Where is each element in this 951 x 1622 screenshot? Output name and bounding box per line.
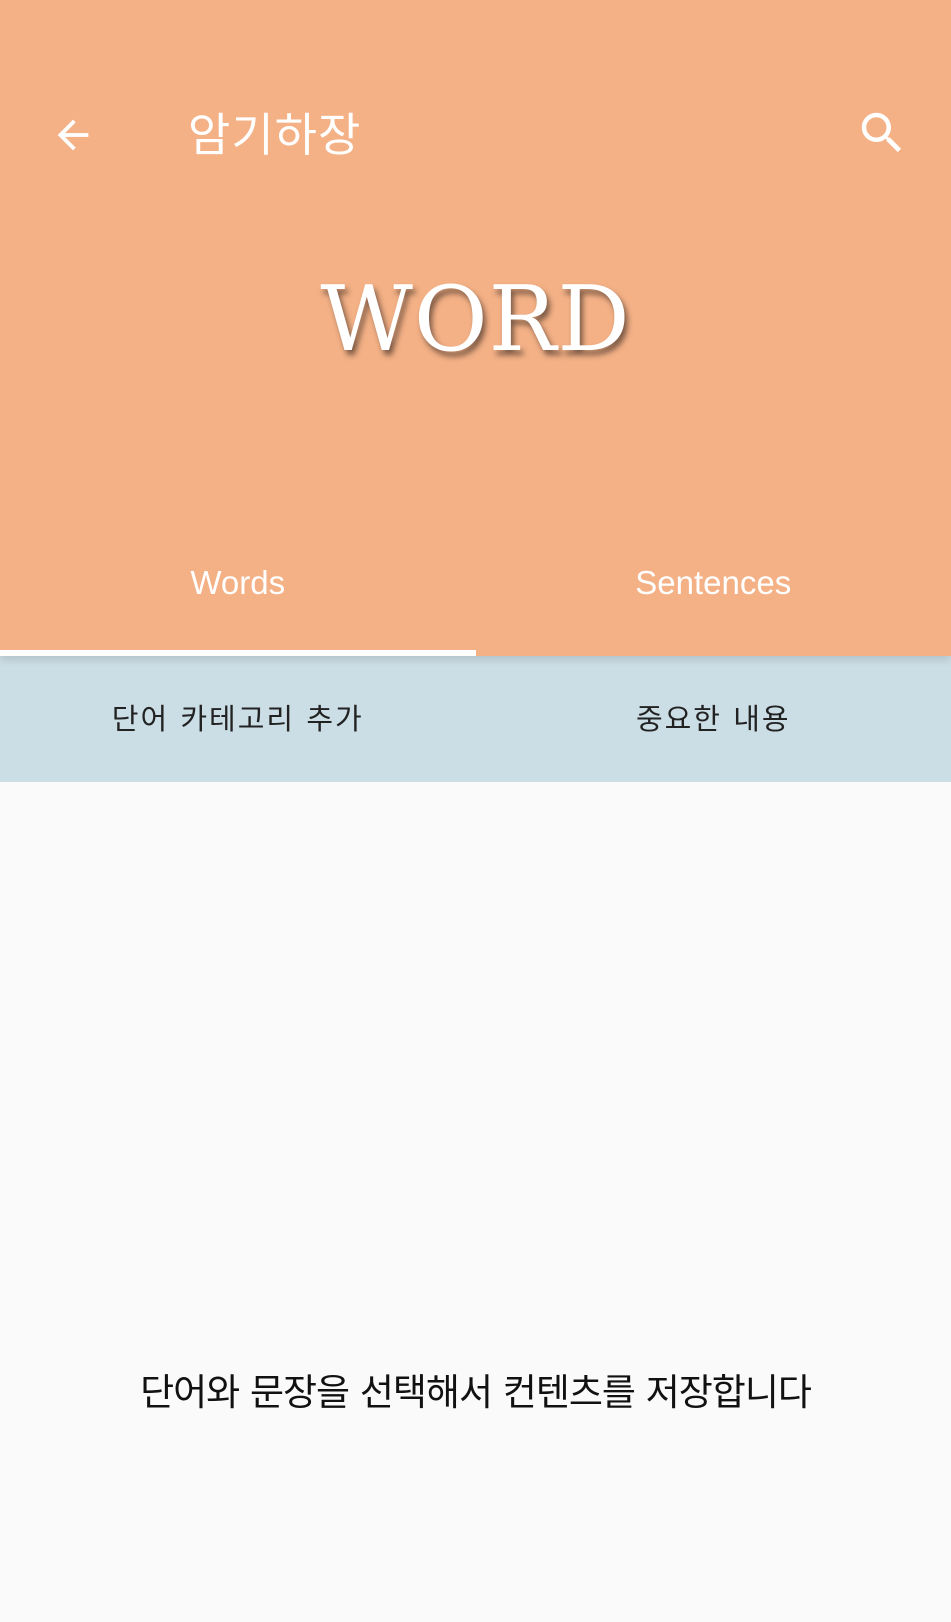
search-button[interactable] [847,98,917,168]
action-bar: 단어 카테고리 추가 중요한 내용 [0,656,951,782]
content-area: 단어와 문장을 선택해서 컨텐츠를 저장합니다 [0,782,951,1622]
app-screen: 암기하장 WORD Words Sentences 단어 카테고리 추가 중요한… [0,0,951,1622]
tab-words[interactable]: Words [0,550,476,656]
tab-indicator [0,650,476,656]
tab-words-label: Words [190,564,286,601]
back-button[interactable] [40,102,106,168]
header: 암기하장 WORD Words Sentences [0,0,951,656]
tab-sentences-label: Sentences [635,564,792,601]
important-content-button[interactable]: 중요한 내용 [476,656,951,782]
tab-sentences[interactable]: Sentences [476,550,951,656]
search-icon [861,112,902,153]
add-word-category-button[interactable]: 단어 카테고리 추가 [0,656,476,782]
page-title: 암기하장 [188,108,362,162]
hero-title: WORD [320,267,631,372]
toolbar: 암기하장 [0,88,951,180]
empty-state-message: 단어와 문장을 선택해서 컨텐츠를 저장합니다 [140,1371,812,1414]
tab-bar: Words Sentences [0,550,951,656]
arrow-back-icon [57,119,89,151]
